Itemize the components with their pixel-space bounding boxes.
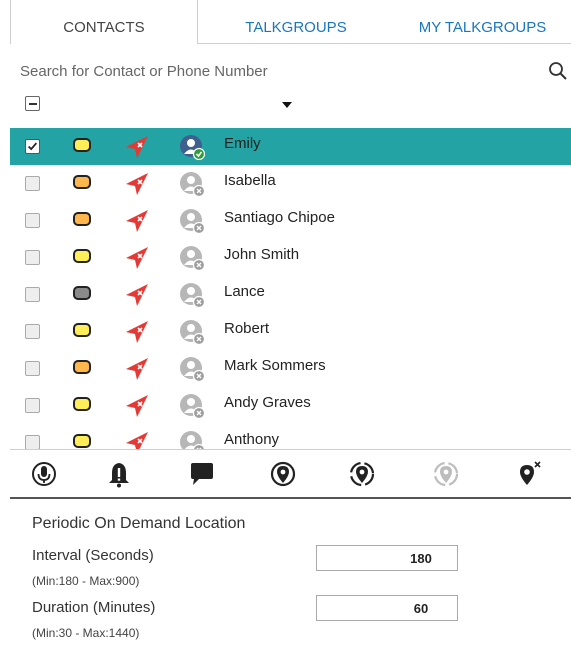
avatar-icon	[180, 431, 205, 449]
location-arrow-icon[interactable]	[124, 430, 150, 449]
avatar-icon	[180, 172, 205, 197]
contact-name: Mark Sommers	[224, 357, 326, 374]
periodic-locate-icon[interactable]	[348, 460, 376, 488]
select-all-checkbox[interactable]	[25, 96, 40, 111]
contact-name: Emily	[224, 135, 261, 152]
row-checkbox[interactable]	[25, 213, 40, 228]
location-arrow-icon[interactable]	[124, 393, 150, 419]
duration-label: Duration (Minutes)	[32, 599, 156, 616]
clear-location-icon[interactable]	[515, 460, 543, 488]
avatar-icon	[180, 246, 205, 271]
location-arrow-icon[interactable]	[124, 245, 150, 271]
row-checkbox[interactable]	[25, 250, 40, 265]
avatar-icon	[180, 320, 205, 345]
contact-name: Robert	[224, 320, 270, 337]
tab-bar: CONTACTS TALKGROUPS MY TALKGROUPS	[0, 0, 571, 44]
contact-row[interactable]: Lance	[10, 276, 571, 313]
tab-talkgroups[interactable]: TALKGROUPS	[198, 0, 394, 44]
contact-row[interactable]: Robert	[10, 313, 571, 350]
tab-contacts[interactable]: CONTACTS	[11, 0, 198, 44]
status-indicator	[73, 138, 91, 152]
duration-hint: (Min:30 - Max:1440)	[32, 626, 140, 640]
interval-input[interactable]	[316, 545, 458, 571]
location-arrow-icon[interactable]	[124, 208, 150, 234]
avatar-icon	[180, 357, 205, 382]
search-bar	[0, 58, 571, 84]
contact-name: Lance	[224, 283, 265, 300]
avatar-icon	[180, 283, 205, 308]
stop-periodic-locate-icon[interactable]	[432, 460, 460, 488]
status-indicator	[73, 397, 91, 411]
panel-title: Periodic On Demand Location	[32, 515, 246, 532]
checkmark-icon	[27, 142, 38, 151]
search-icon[interactable]	[548, 61, 568, 81]
list-header	[0, 92, 571, 116]
location-arrow-icon[interactable]	[124, 356, 150, 382]
locate-icon[interactable]	[269, 460, 297, 488]
tab-my-talkgroups[interactable]: MY TALKGROUPS	[394, 0, 571, 44]
action-toolbar	[10, 449, 571, 499]
status-indicator	[73, 249, 91, 263]
contact-name: Santiago Chipoe	[224, 209, 335, 226]
row-checkbox[interactable]	[25, 324, 40, 339]
caret-down-icon[interactable]	[282, 102, 292, 108]
status-indicator	[73, 434, 91, 448]
periodic-location-panel: Periodic On Demand Location Interval (Se…	[10, 501, 571, 659]
status-indicator	[73, 323, 91, 337]
interval-label: Interval (Seconds)	[32, 547, 154, 564]
avatar-icon	[180, 209, 205, 234]
message-icon[interactable]	[188, 460, 216, 488]
search-input[interactable]	[20, 58, 540, 84]
row-checkbox[interactable]	[25, 176, 40, 191]
location-arrow-icon[interactable]	[124, 319, 150, 345]
contact-row[interactable]: Emily	[10, 128, 571, 165]
status-indicator	[73, 286, 91, 300]
status-indicator	[73, 212, 91, 226]
status-indicator	[73, 175, 91, 189]
contact-row[interactable]: Andy Graves	[10, 387, 571, 424]
row-checkbox[interactable]	[25, 139, 40, 154]
alert-bell-icon[interactable]	[105, 460, 133, 488]
microphone-icon[interactable]	[30, 460, 58, 488]
contact-name: Andy Graves	[224, 394, 311, 411]
status-indicator	[73, 360, 91, 374]
avatar-icon	[180, 394, 205, 419]
tab-underline	[198, 43, 571, 44]
avatar-icon	[180, 135, 205, 160]
contact-row[interactable]: Anthony	[10, 424, 571, 449]
row-checkbox[interactable]	[25, 361, 40, 376]
location-arrow-icon[interactable]	[124, 282, 150, 308]
interval-hint: (Min:180 - Max:900)	[32, 574, 140, 588]
row-checkbox[interactable]	[25, 287, 40, 302]
contact-name: Anthony	[224, 431, 280, 448]
contact-row[interactable]: Isabella	[10, 165, 571, 202]
contact-name: John Smith	[224, 246, 300, 263]
location-arrow-icon[interactable]	[124, 134, 150, 160]
contact-row[interactable]: Mark Sommers	[10, 350, 571, 387]
contact-name: Isabella	[224, 172, 276, 189]
duration-input[interactable]	[316, 595, 458, 621]
location-arrow-icon[interactable]	[124, 171, 150, 197]
row-checkbox[interactable]	[25, 398, 40, 413]
contact-row[interactable]: John Smith	[10, 239, 571, 276]
contact-row[interactable]: Santiago Chipoe	[10, 202, 571, 239]
contact-list: Emily Isabella Santiago Chipoe John Smith La…	[10, 128, 571, 449]
row-checkbox[interactable]	[25, 435, 40, 449]
